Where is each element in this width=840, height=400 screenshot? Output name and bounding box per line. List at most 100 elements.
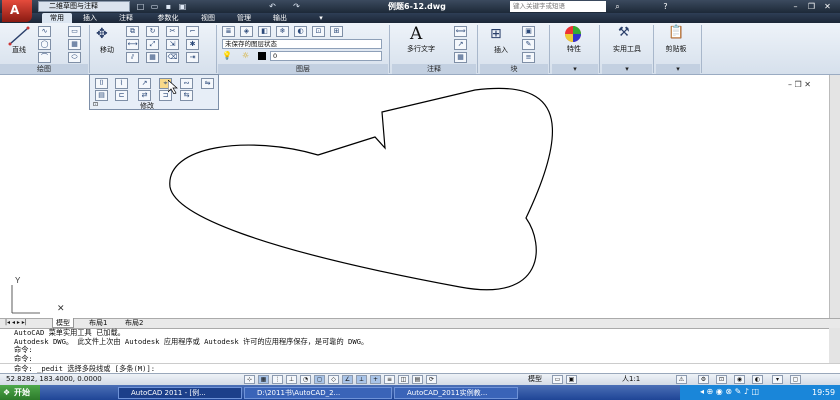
polyline-icon[interactable]: ∿	[38, 26, 51, 37]
align-icon[interactable]: ▤	[95, 90, 108, 101]
annotation-panel-title[interactable]: 注释	[392, 64, 476, 74]
undo-icon[interactable]: ↶	[268, 2, 277, 11]
tab-model[interactable]: 模型	[52, 318, 74, 328]
edit-block-icon[interactable]: ✎	[522, 39, 535, 50]
layer-state-dropdown[interactable]: 未保存的图层状态	[222, 39, 382, 49]
dimension-icon[interactable]: ⟺	[454, 26, 467, 37]
dynamic-ucs-icon[interactable]: ⟂	[356, 375, 367, 384]
pin-icon[interactable]: ⊡	[93, 101, 98, 108]
stretch-icon[interactable]: ⇲	[166, 39, 179, 50]
taskbar-item-autocad[interactable]: AutoCAD 2011 - [例...	[118, 387, 242, 399]
layer-freeze-icon[interactable]: ❄	[276, 26, 289, 37]
edit-polyline-icon[interactable]: ⌷	[95, 78, 108, 89]
properties-label[interactable]: 特性	[556, 44, 592, 54]
trim-icon[interactable]: ✂	[166, 26, 179, 37]
infer-constraints-icon[interactable]: ⊹	[244, 375, 255, 384]
tab-layout1[interactable]: 布局1	[86, 318, 110, 328]
multiline-text-icon[interactable]: A	[410, 24, 422, 44]
3d-object-snap-icon[interactable]: ◇	[328, 375, 339, 384]
copy-icon[interactable]: ⧉	[126, 26, 139, 37]
ortho-mode-icon[interactable]: ⊥	[286, 375, 297, 384]
search-icon[interactable]: ⌕	[612, 1, 623, 12]
rectangle-icon[interactable]: ▭	[68, 26, 81, 37]
chamfer-icon[interactable]: ⊏	[115, 90, 128, 101]
restore-button[interactable]: ❐	[806, 1, 817, 12]
extend-icon[interactable]: ⇥	[186, 52, 199, 63]
sun-icon[interactable]: ☼	[242, 51, 249, 60]
lengthen-icon[interactable]: ↗	[138, 78, 151, 89]
clipboard-icon[interactable]: 📋	[668, 25, 684, 40]
current-layer-dropdown[interactable]: 0	[270, 51, 382, 61]
tab-insert[interactable]: 插入	[76, 13, 104, 23]
minimize-button[interactable]: –	[790, 1, 801, 12]
blend-icon[interactable]: ∾	[180, 78, 193, 89]
tab-output[interactable]: 输出	[266, 13, 294, 23]
offset-icon[interactable]: ⫽	[126, 52, 139, 63]
hatch-icon[interactable]: ▦	[68, 39, 81, 50]
taskbar-item-folder[interactable]: D:\2011书\AutoCAD_2...	[244, 387, 392, 399]
arc-icon[interactable]: ⌒	[38, 52, 51, 63]
workspace-selector[interactable]: 二维草图与注释	[38, 1, 130, 12]
circle-icon[interactable]: ◯	[38, 39, 51, 50]
explode-icon[interactable]: ✱	[186, 39, 199, 50]
lock-ui-icon[interactable]: ⊡	[716, 375, 727, 384]
layer-state-icon[interactable]: ◈	[240, 26, 253, 37]
transparency-icon[interactable]: ◫	[398, 375, 409, 384]
close-button[interactable]: ✕	[822, 1, 833, 12]
model-space-label[interactable]: 模型	[528, 373, 542, 385]
rotate-icon[interactable]: ↻	[146, 26, 159, 37]
polar-tracking-icon[interactable]: ◔	[300, 375, 311, 384]
tab-navigation-arrows[interactable]: |◂ ◂ ▸ ▸|	[2, 318, 30, 328]
properties-color-wheel-icon[interactable]	[564, 25, 582, 43]
lineweight-icon[interactable]: ≡	[384, 375, 395, 384]
properties-panel-dropdown[interactable]: ▾	[552, 64, 598, 74]
hardware-acceleration-icon[interactable]: ◉	[734, 375, 745, 384]
light-bulb-icon[interactable]: 💡	[222, 51, 232, 60]
insert-block-icon[interactable]: ⊞	[490, 26, 502, 42]
layer-isolate-icon[interactable]: ◧	[258, 26, 271, 37]
selection-cycling-icon[interactable]: ⟳	[426, 375, 437, 384]
clipboard-panel-dropdown[interactable]: ▾	[656, 64, 700, 74]
ellipse-icon[interactable]: ⬭	[68, 52, 81, 63]
drawing-canvas[interactable]: Y ✕	[0, 75, 829, 318]
quick-view-layouts-icon[interactable]: ▭	[552, 375, 563, 384]
array-icon[interactable]: ▦	[146, 52, 159, 63]
coordinate-readout[interactable]: 52.8282, 183.4000, 0.0000	[6, 373, 102, 385]
quick-properties-icon[interactable]: ▤	[412, 375, 423, 384]
create-block-icon[interactable]: ▣	[522, 26, 535, 37]
tab-manage[interactable]: 管理	[230, 13, 258, 23]
command-line-input[interactable]: 命令: _pedit 选择多段线或 [多条(M)]:	[0, 363, 840, 373]
grid-display-icon[interactable]: ⋮	[272, 375, 283, 384]
swap-icon[interactable]: ⇆	[180, 90, 193, 101]
quick-view-drawings-icon[interactable]: ▣	[566, 375, 577, 384]
application-menu-button[interactable]: A	[2, 0, 32, 22]
utilities-icon[interactable]: ⚒	[618, 25, 630, 40]
status-bar-menu-icon[interactable]: ▾	[772, 375, 783, 384]
block-panel-title[interactable]: 块	[480, 64, 548, 74]
command-scrollbar[interactable]	[829, 328, 840, 363]
scale-list-icon[interactable]: ⇄	[138, 90, 151, 101]
object-snap-icon[interactable]: ◻	[314, 375, 325, 384]
save-icon[interactable]: ▪	[164, 2, 173, 11]
workspace-switching-icon[interactable]: ⚙	[698, 375, 709, 384]
leader-icon[interactable]: ↗	[454, 39, 467, 50]
annotation-visibility-icon[interactable]: ⚠	[676, 375, 687, 384]
snap-mode-icon[interactable]: ▦	[258, 375, 269, 384]
new-icon[interactable]: □	[136, 2, 145, 11]
table-icon[interactable]: ▦	[454, 52, 467, 63]
utilities-label[interactable]: 实用工具	[604, 44, 650, 54]
draw-panel-title[interactable]: 绘图	[0, 64, 88, 74]
vertical-scrollbar[interactable]	[829, 75, 840, 318]
layers-panel-title[interactable]: 图层	[218, 64, 388, 74]
redo-icon[interactable]: ↷	[292, 2, 301, 11]
layer-properties-icon[interactable]: ≣	[222, 26, 235, 37]
ribbon-options-icon[interactable]: ▾	[314, 13, 328, 23]
clean-screen-icon[interactable]: ▢	[790, 375, 801, 384]
reverse-icon[interactable]: ⇋	[201, 78, 214, 89]
layer-match-icon[interactable]: ⊞	[330, 26, 343, 37]
open-icon[interactable]: ▭	[150, 2, 159, 11]
clipboard-label[interactable]: 剪贴板	[656, 44, 696, 54]
tray-icons[interactable]: ◂ ⊕ ◉ ⊗ ✎ ♪ ◫	[700, 387, 759, 396]
isolate-objects-icon[interactable]: ◐	[752, 375, 763, 384]
plot-icon[interactable]: ▣	[178, 2, 187, 11]
